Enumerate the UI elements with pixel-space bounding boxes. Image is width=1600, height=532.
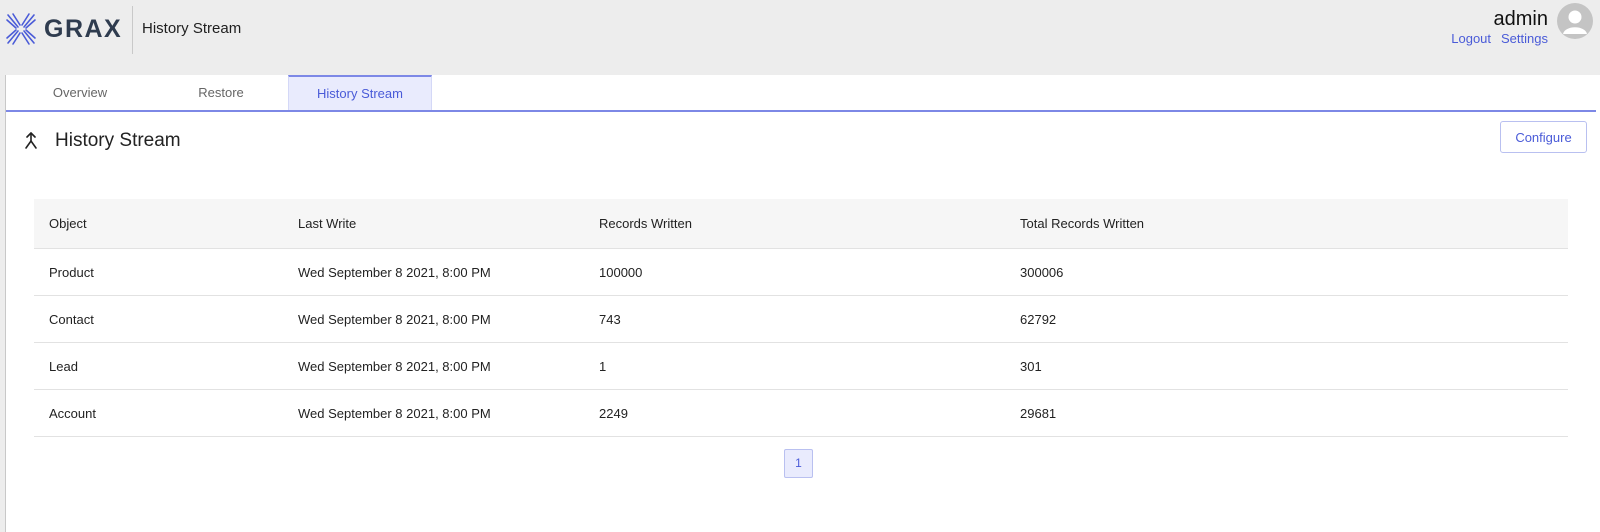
- grax-logo-icon: [6, 13, 36, 45]
- cell-last-write: Wed September 8 2021, 8:00 PM: [298, 312, 491, 327]
- avatar[interactable]: [1557, 3, 1593, 39]
- tab-restore[interactable]: Restore: [149, 75, 293, 110]
- logout-link[interactable]: Logout: [1451, 31, 1491, 46]
- configure-button[interactable]: Configure: [1500, 121, 1587, 153]
- user-links: Logout Settings: [1441, 31, 1548, 46]
- table-row[interactable]: Product Wed September 8 2021, 8:00 PM 10…: [34, 249, 1568, 296]
- page-title: History Stream: [55, 130, 181, 151]
- app-title: History Stream: [142, 20, 242, 37]
- history-stream-icon: [25, 132, 37, 149]
- cell-total-records-written: 301: [1020, 359, 1042, 374]
- brand-name: GRAX: [44, 14, 123, 43]
- column-header-last-write: Last Write: [298, 216, 357, 231]
- header-divider: [132, 6, 133, 54]
- history-table: Object Last Write Records Written Total …: [34, 199, 1568, 437]
- cell-last-write: Wed September 8 2021, 8:00 PM: [298, 406, 491, 421]
- cell-records-written: 2249: [599, 406, 628, 421]
- table-row[interactable]: Account Wed September 8 2021, 8:00 PM 22…: [34, 390, 1568, 437]
- cell-records-written: 743: [599, 312, 621, 327]
- pagination-page-button[interactable]: 1: [784, 449, 813, 478]
- column-header-total-records-written: Total Records Written: [1020, 216, 1145, 231]
- cell-total-records-written: 29681: [1020, 406, 1057, 421]
- top-bar: GRAX History Stream admin Logout Settings: [0, 0, 1600, 75]
- table-row[interactable]: Lead Wed September 8 2021, 8:00 PM 1 301: [34, 343, 1568, 390]
- tab-history-stream[interactable]: History Stream: [288, 75, 432, 110]
- cell-object: Lead: [49, 359, 78, 374]
- cell-last-write: Wed September 8 2021, 8:00 PM: [298, 359, 491, 374]
- user-avatar-icon: [1563, 10, 1587, 34]
- cell-records-written: 1: [599, 359, 607, 374]
- column-header-records-written: Records Written: [599, 216, 692, 231]
- tab-overview[interactable]: Overview: [8, 75, 152, 110]
- cell-last-write: Wed September 8 2021, 8:00 PM: [298, 265, 491, 280]
- username: admin: [1493, 8, 1548, 30]
- cell-object: Contact: [49, 312, 94, 327]
- cell-total-records-written: 300006: [1020, 265, 1064, 280]
- cell-object: Account: [49, 406, 96, 421]
- table-header-row: Object Last Write Records Written Total …: [34, 199, 1568, 249]
- cell-records-written: 100000: [599, 265, 643, 280]
- settings-link[interactable]: Settings: [1501, 31, 1548, 46]
- cell-object: Product: [49, 265, 94, 280]
- cell-total-records-written: 62792: [1020, 312, 1057, 327]
- column-header-object: Object: [49, 216, 87, 231]
- grax-logo[interactable]: GRAX: [5, 10, 122, 48]
- table-row[interactable]: Contact Wed September 8 2021, 8:00 PM 74…: [34, 296, 1568, 343]
- tab-bar: Overview Restore History Stream: [6, 75, 1596, 112]
